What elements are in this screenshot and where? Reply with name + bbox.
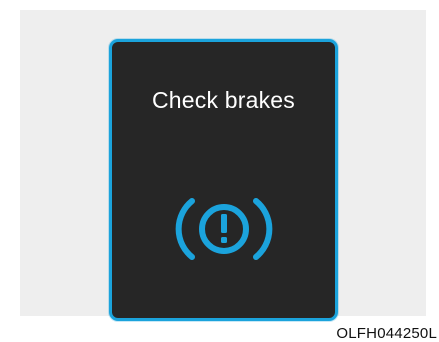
brake-warning-icon xyxy=(175,198,273,260)
warning-message: Check brakes xyxy=(151,87,296,113)
figure-code: OLFH044250L xyxy=(336,325,437,342)
cluster-display: Check brakes xyxy=(109,39,338,321)
